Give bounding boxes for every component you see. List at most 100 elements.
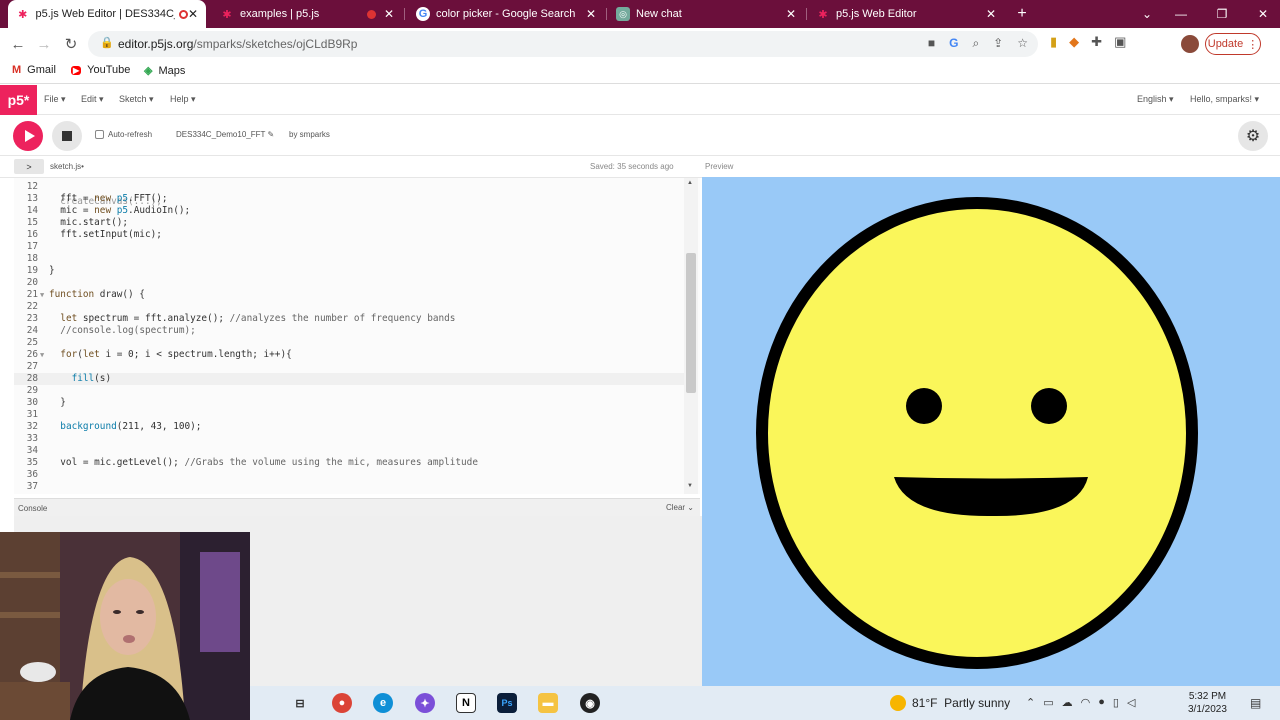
back-arrow-icon[interactable]: ← xyxy=(8,34,28,54)
code-line[interactable]: 14 mic = new p5.AudioIn(); xyxy=(14,205,686,217)
notion-icon[interactable]: N xyxy=(456,693,476,713)
code-line[interactable]: 27 xyxy=(14,361,686,373)
file-explorer-icon[interactable]: ▬ xyxy=(538,693,558,713)
task-view-icon[interactable]: ⊟ xyxy=(290,693,310,713)
battery-icon[interactable]: ▭ xyxy=(1043,696,1053,709)
close-tab-icon[interactable]: ✕ xyxy=(586,7,596,21)
fold-arrow-icon[interactable]: ▼ xyxy=(40,289,44,301)
bookmark-maps[interactable]: ◈ Maps xyxy=(144,64,185,78)
console-clear[interactable]: Clear ⌄ xyxy=(666,503,694,512)
wifi-icon[interactable]: ◠ xyxy=(1081,696,1091,709)
menu-sketch[interactable]: Sketch ▾ xyxy=(119,94,154,105)
pencil-icon[interactable]: ✎ xyxy=(267,130,274,139)
code-line[interactable]: 36 xyxy=(14,469,686,481)
microphone-icon[interactable]: ● xyxy=(1098,696,1105,709)
bookmark-gmail[interactable]: M Gmail xyxy=(12,64,56,76)
browser-tab-4[interactable]: ◎ New chat ✕ xyxy=(608,0,804,28)
code-line[interactable]: 29 xyxy=(14,385,686,397)
taskbar-clock[interactable]: 5:32 PM 3/1/2023 xyxy=(1188,690,1227,716)
browser-tab-5[interactable]: ✱ p5.js Web Editor ✕ xyxy=(808,0,1004,28)
zoom-icon[interactable]: ⌕ xyxy=(972,36,979,51)
edge-icon[interactable]: e xyxy=(373,693,393,713)
close-tab-icon[interactable]: ✕ xyxy=(384,7,394,21)
obs-icon[interactable]: ◉ xyxy=(580,693,600,713)
network-icon[interactable]: ▯ xyxy=(1113,696,1119,709)
menu-edit[interactable]: Edit ▾ xyxy=(81,94,104,105)
close-window-icon[interactable]: ✕ xyxy=(1246,0,1280,28)
editor-scrollbar[interactable]: ▲ ▼ xyxy=(684,178,698,494)
code-line[interactable]: 23 let spectrum = fft.analyze(); //analy… xyxy=(14,313,686,325)
expand-sidebar-icon[interactable]: > xyxy=(14,159,44,174)
close-tab-icon[interactable]: ✕ xyxy=(786,7,796,21)
tab-search-icon[interactable]: ⌄ xyxy=(1130,0,1164,28)
scroll-down-icon[interactable]: ▼ xyxy=(687,483,693,489)
p5-logo[interactable]: p5* xyxy=(0,85,37,115)
bookmark-star-icon[interactable]: ☆ xyxy=(1017,36,1028,51)
address-bar[interactable]: 🔒 editor.p5js.org/smparks/sketches/ojCLd… xyxy=(88,31,1038,57)
share-icon[interactable]: ⇪ xyxy=(993,36,1003,51)
cloud-icon[interactable]: ☁ xyxy=(1062,696,1073,709)
weather-widget[interactable]: 81°F Partly sunny xyxy=(890,695,1010,711)
photoshop-icon[interactable]: Ps xyxy=(497,693,517,713)
auto-refresh-checkbox[interactable] xyxy=(95,130,104,139)
restore-icon[interactable]: ❐ xyxy=(1205,0,1239,28)
menu-file[interactable]: File ▾ xyxy=(44,94,66,105)
profile-avatar[interactable] xyxy=(1181,35,1199,53)
browser-tab-1[interactable]: ✱ p5.js Web Editor | DES334C_ ✕ xyxy=(8,0,206,28)
side-panel-icon[interactable]: ▣ xyxy=(1114,34,1126,50)
chevron-up-icon[interactable]: ⌃ xyxy=(1026,696,1035,709)
user-menu[interactable]: Hello, smparks! ▾ xyxy=(1190,94,1259,105)
code-line[interactable]: 31 xyxy=(14,409,686,421)
sketch-name[interactable]: DES334C_Demo10_FFT ✎ xyxy=(176,130,274,139)
close-tab-icon[interactable]: ✕ xyxy=(188,7,198,21)
code-line[interactable]: 32 background(211, 43, 100); xyxy=(14,421,686,433)
stop-button[interactable] xyxy=(52,121,82,151)
settings-gear-icon[interactable]: ⚙ xyxy=(1238,121,1268,151)
forward-arrow-icon[interactable]: → xyxy=(34,34,54,54)
code-line[interactable]: 37 xyxy=(14,481,686,493)
close-tab-icon[interactable]: ✕ xyxy=(986,7,996,21)
code-line[interactable]: 20 xyxy=(14,277,686,289)
chrome-icon[interactable]: ● xyxy=(332,693,352,713)
code-line[interactable]: 18 xyxy=(14,253,686,265)
code-line[interactable]: 15 mic.start(); xyxy=(14,217,686,229)
code-line[interactable]: 21 ▼ function draw() { xyxy=(14,289,686,301)
camera-icon[interactable]: ■ xyxy=(928,36,935,51)
play-button[interactable] xyxy=(13,121,43,151)
browser-tab-2[interactable]: ✱ examples | p5.js ✕ xyxy=(212,0,402,28)
code-line[interactable]: 33 xyxy=(14,433,686,445)
code-line[interactable]: 22 xyxy=(14,301,686,313)
code-editor[interactable]: createCanvas(...); 12 13 fft = new p5.FFT… xyxy=(14,178,700,494)
puzzle-extensions-icon[interactable]: ✚ xyxy=(1091,34,1102,50)
url-text[interactable]: editor.p5js.org/smparks/sketches/ojCLdB9… xyxy=(118,37,357,51)
code-line[interactable]: 13 fft = new p5.FFT(); xyxy=(14,193,686,205)
code-line[interactable]: 19} xyxy=(14,265,686,277)
google-translate-icon[interactable]: G xyxy=(949,36,958,51)
new-tab-button[interactable]: + xyxy=(1012,4,1032,24)
code-line[interactable]: 28 fill(s) xyxy=(14,373,686,385)
file-tab[interactable]: sketch.js• xyxy=(50,162,84,171)
code-line[interactable]: 35 vol = mic.getLevel(); //Grabs the vol… xyxy=(14,457,686,469)
extension-icon[interactable]: ▮ xyxy=(1050,34,1057,50)
code-line[interactable]: 30 } xyxy=(14,397,686,409)
browser-tab-3[interactable]: G color picker - Google Search ✕ xyxy=(408,0,604,28)
code-line[interactable]: 34 xyxy=(14,445,686,457)
menu-help[interactable]: Help ▾ xyxy=(170,94,196,105)
language-menu[interactable]: English ▾ xyxy=(1137,94,1174,105)
notification-icon[interactable]: ▤ xyxy=(1250,696,1261,710)
code-line[interactable]: 26 ▼ for(let i = 0; i < spectrum.length; … xyxy=(14,349,686,361)
messenger-icon[interactable]: ✦ xyxy=(415,693,435,713)
code-line[interactable]: 12 xyxy=(14,181,686,193)
code-line[interactable]: 17 xyxy=(14,241,686,253)
minimize-icon[interactable]: — xyxy=(1164,0,1198,28)
code-line[interactable]: 25 xyxy=(14,337,686,349)
metamask-icon[interactable]: ◆ xyxy=(1069,34,1079,50)
reload-icon[interactable]: ↻ xyxy=(61,34,81,54)
code-line[interactable]: 24 //console.log(spectrum); xyxy=(14,325,686,337)
fold-arrow-icon[interactable]: ▼ xyxy=(40,349,44,361)
update-button[interactable]: Update ⋮ xyxy=(1205,33,1261,55)
volume-icon[interactable]: ◁ xyxy=(1127,696,1135,709)
code-line[interactable]: 16 fft.setInput(mic); xyxy=(14,229,686,241)
scrollbar-thumb[interactable] xyxy=(686,253,696,393)
scroll-up-icon[interactable]: ▲ xyxy=(687,180,693,186)
